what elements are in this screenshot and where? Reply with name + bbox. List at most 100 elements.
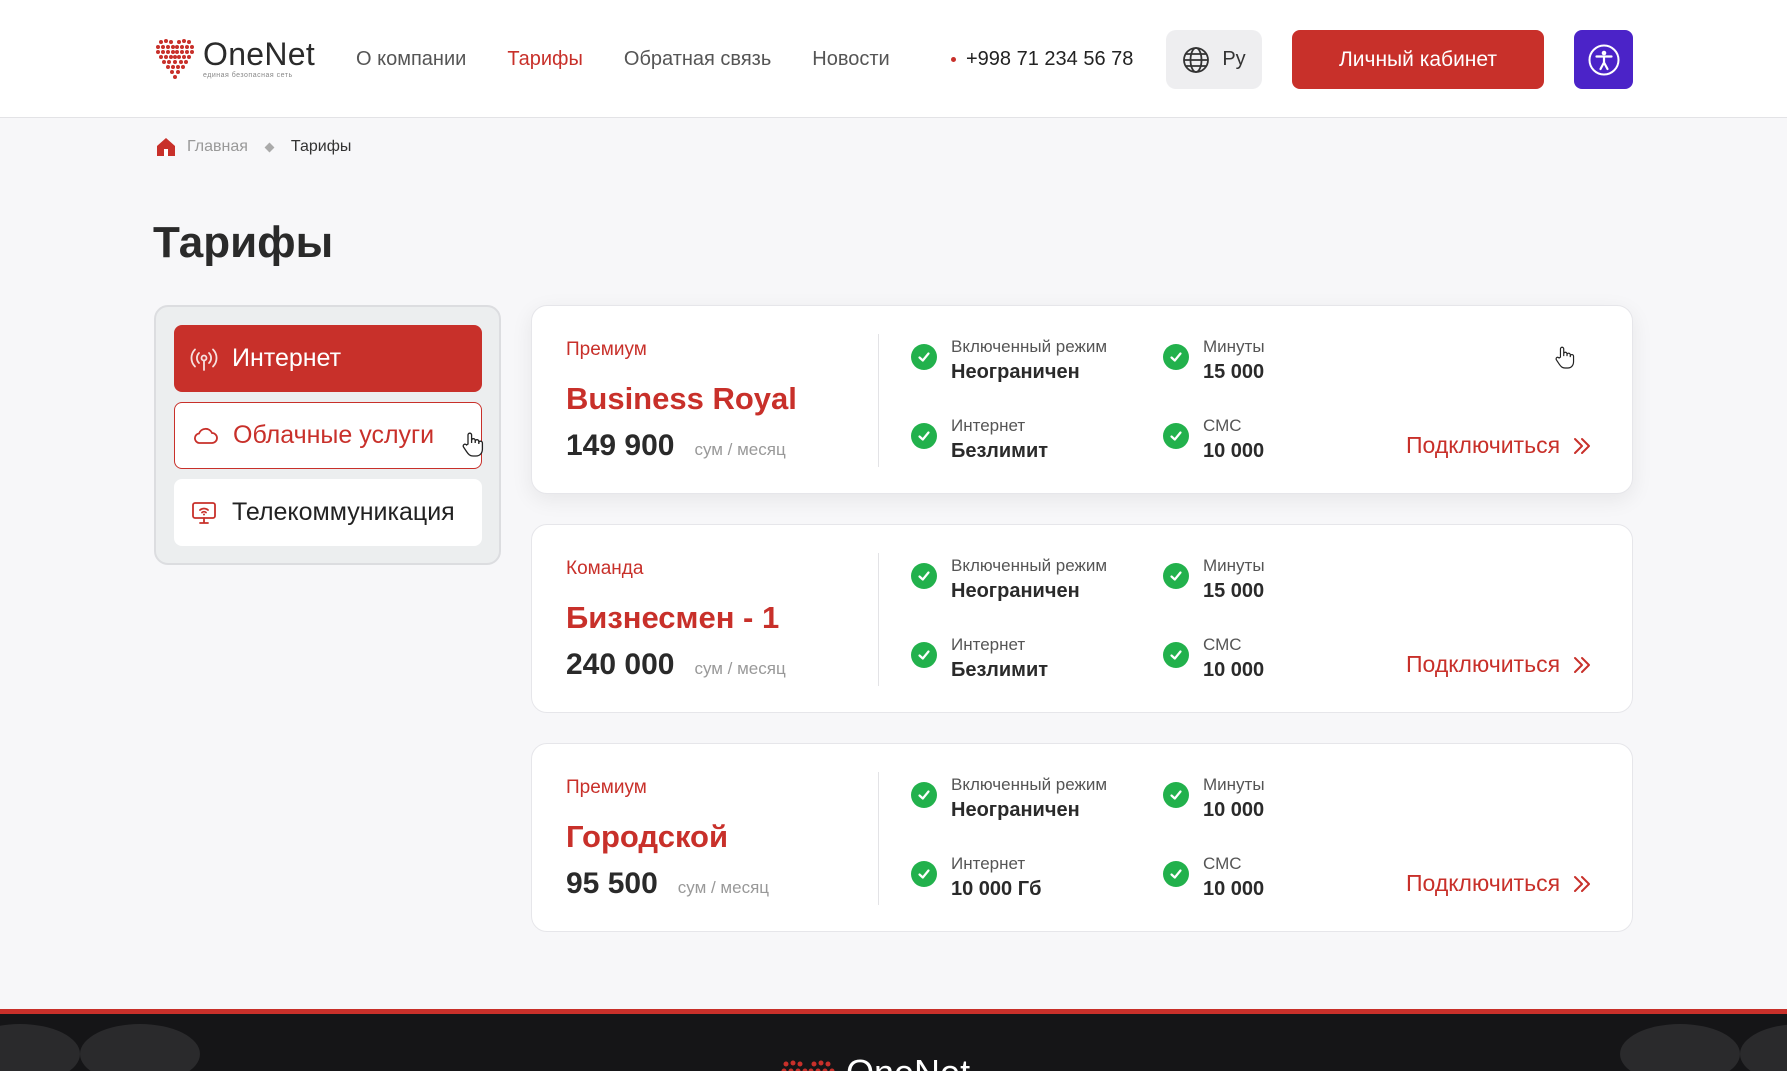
home-icon[interactable]	[155, 136, 177, 158]
footer-decoration	[1740, 1024, 1787, 1071]
personal-cabinet-button[interactable]: Личный кабинет	[1292, 30, 1544, 89]
sidebar-item-label: Интернет	[232, 344, 342, 372]
breadcrumb: Главная Тарифы	[155, 136, 351, 158]
footer-logo-title: OneNet	[846, 1052, 970, 1071]
logo-heart-icon	[781, 1060, 835, 1071]
cloud-icon	[191, 422, 219, 450]
check-icon	[1163, 563, 1189, 589]
sidebar-item-label: Телекоммуникация	[232, 498, 455, 526]
feature-value: Безлимит	[951, 659, 1049, 681]
main-nav: О компании Тарифы Обратная связь Новости	[356, 48, 890, 71]
feature-value: 10 000	[1203, 878, 1265, 900]
logo-subtitle: единая безопасная сеть	[203, 71, 293, 79]
feature-value: Безлимит	[951, 440, 1049, 462]
feature-label: СМС	[1203, 635, 1242, 654]
page-title: Тарифы	[153, 218, 334, 267]
check-icon	[1163, 344, 1189, 370]
footer-logo[interactable]: OneNet	[780, 1052, 970, 1071]
feature-sms: СМС 10 000	[1163, 853, 1264, 903]
check-icon	[1163, 782, 1189, 808]
double-chevron-right-icon	[1574, 656, 1591, 673]
connect-button[interactable]: Подключиться	[1406, 432, 1592, 459]
antenna-icon	[190, 345, 218, 373]
feature-value: 10 000	[1203, 440, 1265, 462]
phone-number: +998 71 234 56 78	[966, 48, 1134, 70]
feature-label: СМС	[1203, 416, 1242, 435]
feature-label: Интернет	[951, 416, 1026, 435]
connect-button[interactable]: Подключиться	[1406, 870, 1592, 897]
feature-value: 15 000	[1203, 580, 1265, 602]
nav-feedback[interactable]: Обратная связь	[624, 48, 771, 71]
logo-heart-icon	[156, 39, 194, 79]
tariff-name: Business Royal	[566, 381, 797, 416]
price-value: 95 500	[566, 867, 658, 900]
double-chevron-right-icon	[1574, 437, 1591, 454]
hand-cursor-icon	[1555, 346, 1575, 369]
check-icon	[911, 563, 937, 589]
feature-value: Неограничен	[951, 580, 1080, 602]
phone-dot-icon	[951, 57, 956, 62]
connect-button[interactable]: Подключиться	[1406, 651, 1592, 678]
card-divider	[878, 334, 879, 467]
phone-link[interactable]: +998 71 234 56 78	[951, 48, 1133, 71]
accessibility-icon	[1588, 44, 1619, 75]
check-icon	[911, 642, 937, 668]
feature-label: Минуты	[1203, 775, 1265, 794]
site-footer: OneNet	[0, 1009, 1787, 1071]
feature-internet: Интернет Безлимит	[911, 634, 1048, 684]
sidebar-item-cloud-services[interactable]: Облачные услуги	[174, 402, 482, 469]
card-divider	[878, 553, 879, 686]
tariff-card: Премиум Business Royal 149 900 сум / мес…	[531, 305, 1633, 494]
nav-tariffs[interactable]: Тарифы	[507, 48, 583, 71]
logo[interactable]: OneNet единая безопасная сеть	[153, 36, 315, 80]
tariff-name: Бизнесмен - 1	[566, 600, 780, 635]
check-icon	[911, 344, 937, 370]
sidebar-item-telecommunication[interactable]: Телекоммуникация	[174, 479, 482, 546]
connect-label: Подключиться	[1406, 432, 1561, 458]
tariff-price: 240 000 сум / месяц	[566, 648, 786, 682]
tariff-type: Премиум	[566, 777, 647, 798]
breadcrumb-home[interactable]: Главная	[187, 138, 248, 156]
tariff-type: Премиум	[566, 339, 647, 360]
check-icon	[911, 423, 937, 449]
feature-value: 10 000 Гб	[951, 878, 1042, 900]
feature-sms: СМС 10 000	[1163, 415, 1264, 465]
nav-about[interactable]: О компании	[356, 48, 466, 71]
feature-label: Включенный режим	[951, 337, 1108, 356]
logo-title: OneNet	[203, 35, 316, 72]
footer-decoration	[80, 1024, 200, 1071]
tariff-name: Городской	[566, 819, 729, 854]
tariff-card: Команда Бизнесмен - 1 240 000 сум / меся…	[531, 524, 1633, 713]
accessibility-button[interactable]	[1574, 30, 1633, 89]
monitor-icon	[190, 499, 218, 527]
language-label: Ру	[1222, 48, 1246, 70]
connect-label: Подключиться	[1406, 870, 1561, 896]
feature-label: СМС	[1203, 854, 1242, 873]
card-divider	[878, 772, 879, 905]
feature-mode: Включенный режим Неограничен	[911, 555, 1107, 605]
feature-label: Интернет	[951, 854, 1026, 873]
feature-label: Интернет	[951, 635, 1026, 654]
feature-internet: Интернет Безлимит	[911, 415, 1048, 465]
double-chevron-right-icon	[1574, 875, 1591, 892]
sidebar-item-internet[interactable]: Интернет	[174, 325, 482, 392]
footer-decoration	[0, 1024, 80, 1071]
tariff-type: Команда	[566, 558, 644, 579]
breadcrumb-current: Тарифы	[290, 138, 352, 155]
site-header: OneNet единая безопасная сеть О компании…	[0, 0, 1787, 118]
feature-value: 15 000	[1203, 361, 1265, 383]
sidebar-item-label: Облачные услуги	[233, 421, 435, 449]
price-value: 149 900	[566, 429, 675, 462]
feature-label: Включенный режим	[951, 775, 1108, 794]
nav-news[interactable]: Новости	[812, 48, 889, 71]
feature-minutes: Минуты 10 000	[1163, 774, 1265, 824]
feature-label: Включенный режим	[951, 556, 1108, 575]
language-button[interactable]: Ру	[1166, 30, 1262, 89]
feature-label: Минуты	[1203, 337, 1265, 356]
globe-icon	[1183, 46, 1210, 73]
check-icon	[911, 861, 937, 887]
price-value: 240 000	[566, 648, 675, 681]
check-icon	[1163, 642, 1189, 668]
breadcrumb-separator	[264, 142, 275, 152]
tariff-price: 95 500 сум / месяц	[566, 867, 769, 901]
